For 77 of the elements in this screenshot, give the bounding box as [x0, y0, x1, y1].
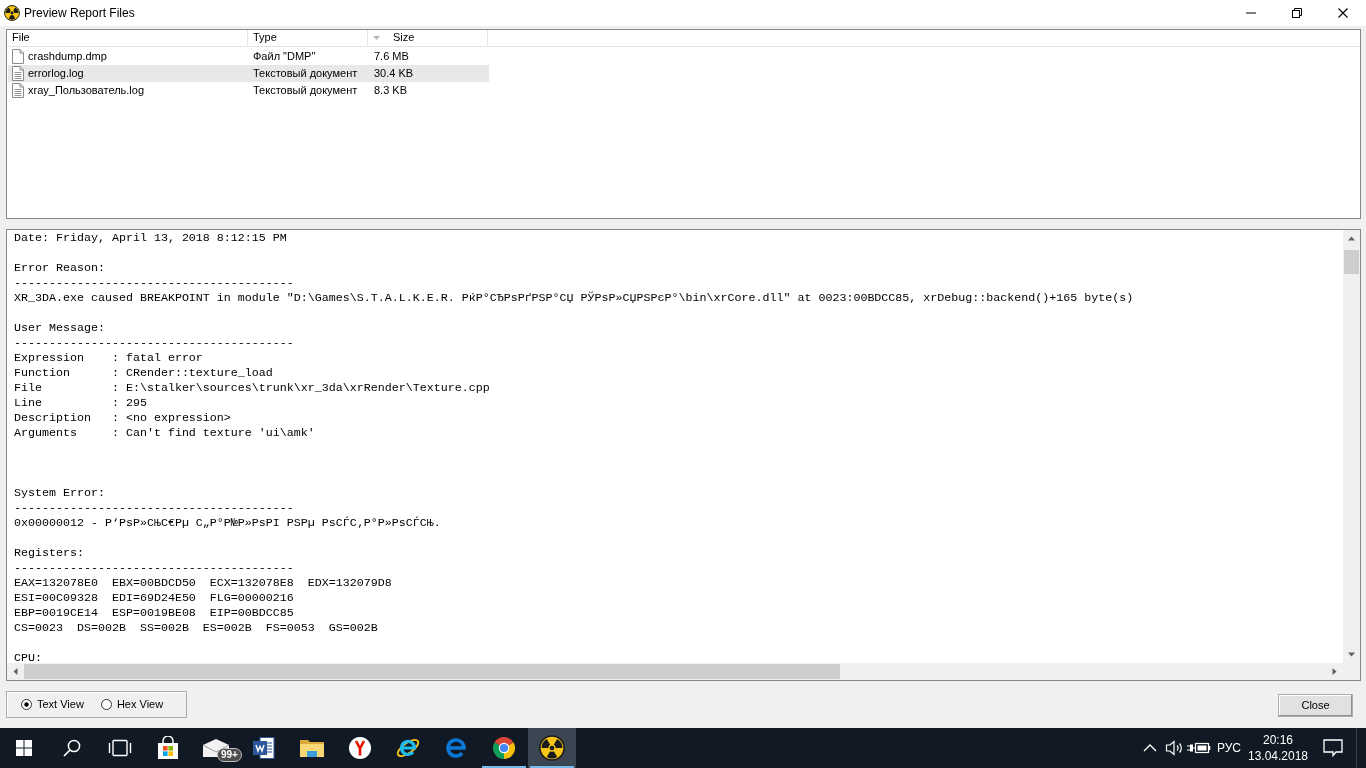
- radio-option[interactable]: Hex View: [100, 697, 164, 712]
- folder-icon[interactable]: [299, 737, 325, 759]
- report-line: System Error:: [14, 486, 106, 501]
- scroll-up-icon[interactable]: [1348, 236, 1355, 241]
- scroll-right-icon[interactable]: [1332, 668, 1337, 675]
- text-file-icon: [12, 83, 24, 98]
- report-line: Registers:: [14, 546, 85, 561]
- report-line: User Message:: [14, 321, 106, 336]
- clock-time[interactable]: 20:16: [1246, 732, 1310, 748]
- taskbar-button[interactable]: 99+: [192, 728, 240, 768]
- file-size: 8.3 KB: [373, 83, 409, 98]
- file-name: errorlog.log: [28, 66, 84, 81]
- notification-icon[interactable]: [1323, 739, 1343, 757]
- text-file-icon: [12, 66, 24, 81]
- taskbar-button[interactable]: [528, 728, 576, 768]
- report-line: 0x00000012 - Р‘РѕР»СЊС€Рµ С„Р°Р№Р»РѕРІ РЅРµ РѕСЃС‚Р°Р»РѕСЃСЊ.: [14, 516, 442, 531]
- scroll-down-icon[interactable]: [1348, 652, 1355, 657]
- e-swoosh-icon[interactable]: [444, 736, 468, 760]
- scrollbar-thumb[interactable]: [24, 664, 840, 679]
- report-line: Arguments : Can't find texture 'ui\amk': [14, 426, 316, 441]
- report-line: ESI=00C09328 EDI=69D24E50 FLG=00000216: [14, 591, 295, 606]
- file-icon: [12, 49, 24, 64]
- radio-icon[interactable]: [100, 699, 112, 710]
- close-icon[interactable]: [1338, 8, 1348, 18]
- segmented-circle-icon[interactable]: [492, 736, 516, 760]
- battery-icon[interactable]: [1187, 741, 1211, 755]
- report-line: Date: Friday, April 13, 2018 8:12:15 PM: [14, 231, 288, 246]
- file-row[interactable]: crashdump.dmp Файл "DMP" 7.6 MB: [8, 48, 489, 65]
- column-header[interactable]: Type: [248, 30, 368, 46]
- close-button[interactable]: Close: [1278, 694, 1353, 717]
- speaker-icon[interactable]: [1165, 740, 1183, 756]
- restore-icon[interactable]: [1292, 8, 1302, 18]
- file-name: xray_Пользователь.log: [28, 83, 144, 98]
- report-line: ----------------------------------------: [14, 276, 295, 291]
- column-header[interactable]: Size: [368, 30, 488, 46]
- report-line: EAX=132078E0 EBX=00BDCD50 ECX=132078E8 EDX=132079D8: [14, 576, 393, 591]
- report-line: File : E:\stalker\sources\trunk\xr_3da\xrRender\Texture.cpp: [14, 381, 491, 396]
- report-line: ----------------------------------------: [14, 501, 295, 516]
- report-line: EBP=0019CE14 ESP=0019BE08 EIP=00BDCC85: [14, 606, 295, 621]
- report-line: ----------------------------------------: [14, 561, 295, 576]
- file-size: 7.6 MB: [373, 49, 410, 64]
- vertical-scrollbar[interactable]: [1343, 230, 1360, 663]
- radio-option[interactable]: Text View: [21, 697, 84, 712]
- document-icon[interactable]: [252, 736, 276, 760]
- report-line: Line : 295: [14, 396, 148, 411]
- report-line: CPU:: [14, 651, 43, 663]
- sort-arrow-icon: [373, 36, 380, 40]
- search-icon[interactable]: [63, 739, 81, 757]
- y-circle-icon[interactable]: [348, 736, 372, 760]
- horizontal-scrollbar[interactable]: [7, 663, 1343, 680]
- radio-icon[interactable]: [21, 699, 32, 710]
- file-name: crashdump.dmp: [28, 49, 107, 64]
- column-header[interactable]: File: [7, 30, 248, 46]
- radiation-icon: [4, 5, 20, 21]
- scroll-left-icon[interactable]: [13, 668, 18, 675]
- count-badge: 99+: [217, 748, 242, 762]
- file-row[interactable]: xray_Пользователь.log Текстовый документ 8.3 KB: [8, 82, 489, 99]
- report-line: ----------------------------------------: [14, 336, 295, 351]
- report-line: XR_3DA.exe caused BREAKPOINT in module "D:\Games\S.T.A.L.K.E.R. РќР°СЂРѕРґРЅР°СЏ РЎРѕР»СЏРЅРєР°\bin\xrCore.dll" at 0023:00BDCC85, xrDebug::backend()+165 byte(s): [14, 291, 1135, 306]
- report-line: CS=0023 DS=002B SS=002B ES=002B FS=0053 GS=002B: [14, 621, 379, 636]
- radiation-icon[interactable]: [539, 735, 565, 761]
- chevron-up-icon[interactable]: [1143, 744, 1157, 752]
- clock-date[interactable]: 13.04.2018: [1246, 748, 1310, 764]
- language-indicator[interactable]: РУС: [1212, 740, 1246, 756]
- file-type: Текстовый документ: [252, 66, 359, 81]
- report-line: Error Reason:: [14, 261, 106, 276]
- report-line: Description : <no expression>: [14, 411, 232, 426]
- report-line: Function : CRender::texture_load: [14, 366, 274, 381]
- file-type: Файл "DMP": [252, 49, 317, 64]
- window-title: Preview Report Files: [24, 5, 135, 21]
- scrollbar-thumb[interactable]: [1344, 250, 1359, 274]
- task-view-icon[interactable]: [108, 739, 132, 757]
- file-size: 30.4 KB: [373, 66, 415, 81]
- report-line: Expression : fatal error: [14, 351, 204, 366]
- shopping-bag-icon[interactable]: [156, 736, 180, 760]
- file-type: Текстовый документ: [252, 83, 359, 98]
- file-row[interactable]: errorlog.log Текстовый документ 30.4 KB: [8, 65, 489, 82]
